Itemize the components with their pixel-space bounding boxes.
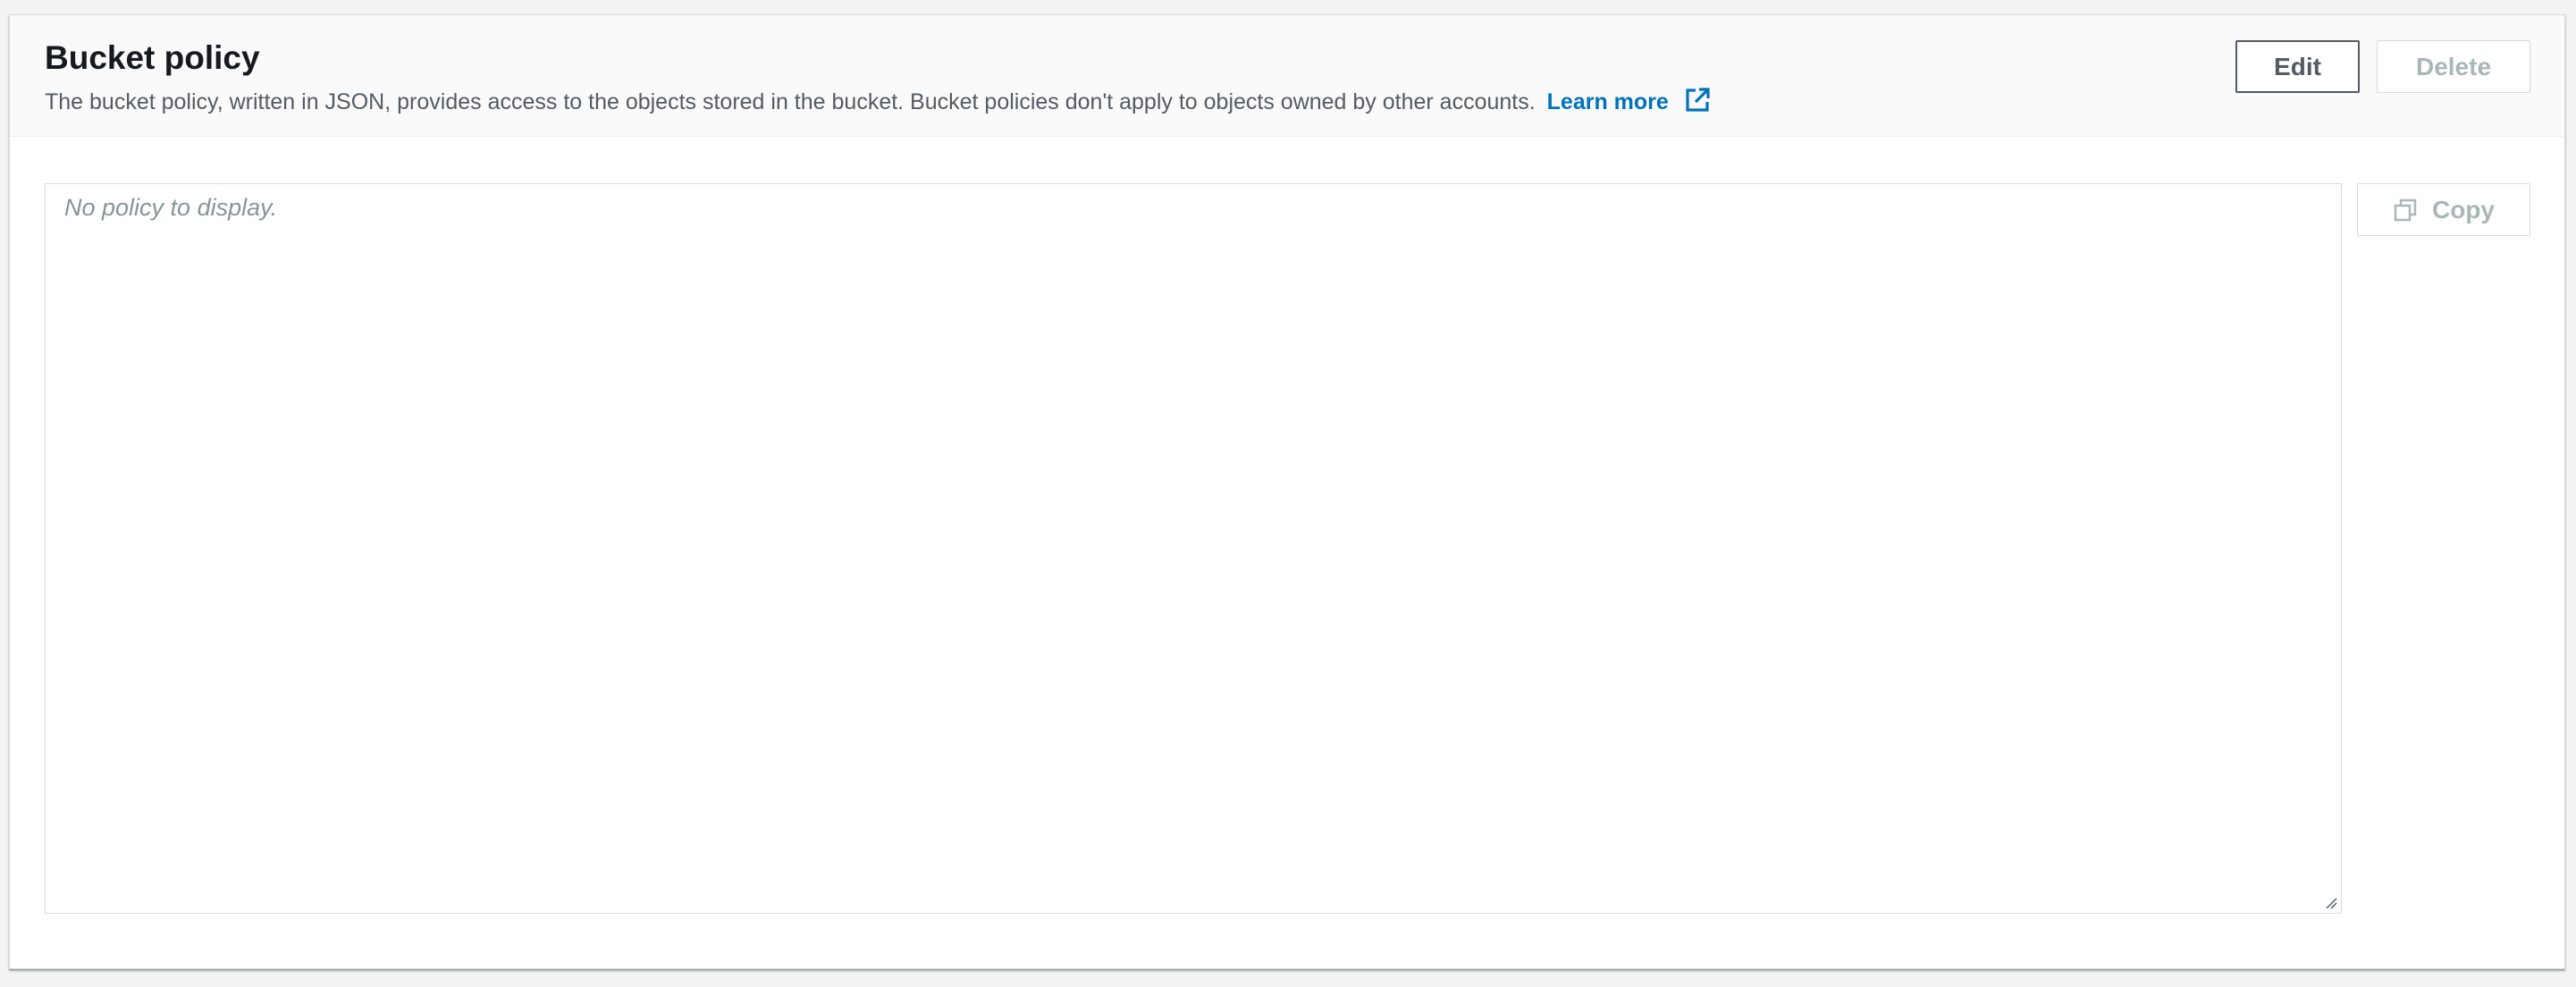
learn-more-link[interactable]: Learn more bbox=[1546, 88, 1711, 114]
copy-icon bbox=[2394, 198, 2417, 221]
copy-button[interactable]: Copy bbox=[2357, 183, 2530, 236]
learn-more-label: Learn more bbox=[1546, 89, 1669, 114]
description-text: The bucket policy, written in JSON, prov… bbox=[45, 89, 1536, 114]
edit-button[interactable]: Edit bbox=[2235, 40, 2360, 93]
external-link-icon bbox=[1686, 88, 1710, 112]
resize-handle-icon[interactable] bbox=[2325, 897, 2337, 909]
policy-editor[interactable]: No policy to display. bbox=[45, 183, 2342, 914]
panel-header: Bucket policy The bucket policy, written… bbox=[10, 15, 2564, 137]
section-title: Bucket policy bbox=[45, 39, 260, 76]
bucket-policy-panel: Bucket policy The bucket policy, written… bbox=[9, 14, 2565, 969]
delete-button[interactable]: Delete bbox=[2377, 40, 2530, 93]
section-description: The bucket policy, written in JSON, prov… bbox=[45, 87, 1711, 118]
policy-placeholder: No policy to display. bbox=[64, 194, 278, 221]
copy-label: Copy bbox=[2432, 195, 2495, 224]
